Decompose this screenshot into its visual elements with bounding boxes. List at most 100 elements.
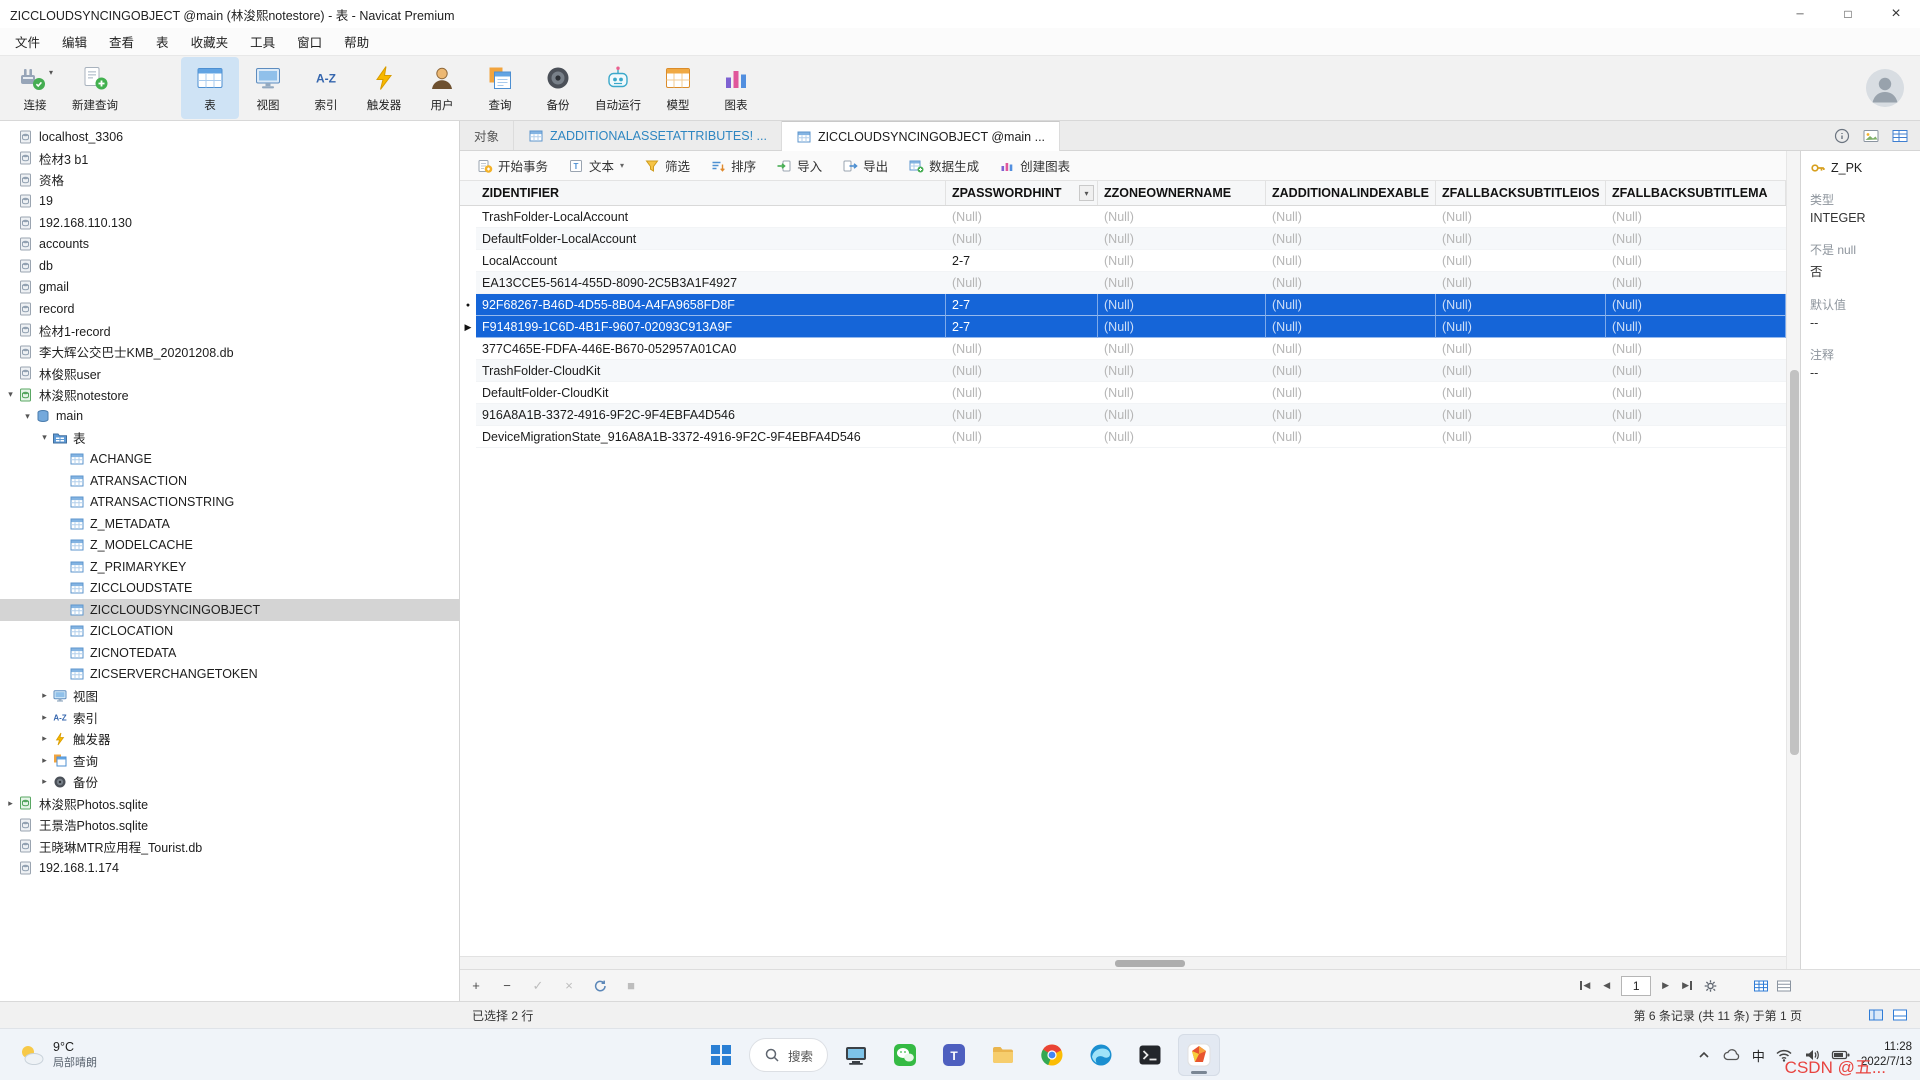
table-cell[interactable]: (Null) — [1266, 272, 1436, 294]
table-cell[interactable]: (Null) — [1436, 404, 1606, 426]
table-cell[interactable]: (Null) — [1098, 338, 1266, 360]
tree-item[interactable]: ATRANSACTION — [0, 470, 459, 492]
tree-item[interactable]: Z_METADATA — [0, 513, 459, 535]
table-cell[interactable]: TrashFolder-CloudKit — [476, 360, 946, 382]
tree-item[interactable]: record — [0, 298, 459, 320]
tree-item[interactable]: 王晓琳MTR应用程_Tourist.db — [0, 836, 459, 858]
menu-item[interactable]: 查看 — [98, 28, 145, 55]
monitor-app-taskbar-icon[interactable] — [835, 1034, 877, 1076]
terminal-taskbar-icon[interactable] — [1129, 1034, 1171, 1076]
table-cell[interactable]: (Null) — [1606, 228, 1786, 250]
taskbar-weather[interactable]: 9°C 局部晴朗 — [6, 1034, 107, 1076]
user-button[interactable]: 用户 — [413, 57, 471, 119]
menu-item[interactable]: 工具 — [239, 28, 286, 55]
gear-icon[interactable] — [1703, 979, 1718, 993]
table-cell[interactable]: (Null) — [1606, 206, 1786, 228]
table-cell[interactable]: (Null) — [1266, 404, 1436, 426]
table-cell[interactable]: (Null) — [1266, 250, 1436, 272]
tree-item[interactable]: ZICNOTEDATA — [0, 642, 459, 664]
previous-record-button[interactable]: ◀ — [1601, 978, 1612, 993]
table-cell[interactable]: 377C465E-FDFA-446E-B670-052957A01CA0 — [476, 338, 946, 360]
table-cell[interactable]: (Null) — [1098, 404, 1266, 426]
tree-item[interactable]: 资格 — [0, 169, 459, 191]
table-cell[interactable]: (Null) — [1606, 316, 1786, 338]
tree-item[interactable]: ▾表 — [0, 427, 459, 449]
table-cell[interactable]: (Null) — [946, 206, 1098, 228]
tree-item[interactable]: Z_PRIMARYKEY — [0, 556, 459, 578]
table-cell[interactable]: DeviceMigrationState_916A8A1B-3372-4916-… — [476, 426, 946, 448]
tree-item[interactable]: 检材3 b1 — [0, 148, 459, 170]
table-cell[interactable]: (Null) — [1606, 294, 1786, 316]
user-avatar[interactable] — [1866, 69, 1904, 107]
table-cell[interactable]: (Null) — [1606, 382, 1786, 404]
tree-item[interactable]: 李大辉公交巴士KMB_20201208.db — [0, 341, 459, 363]
table-cell[interactable]: (Null) — [1098, 316, 1266, 338]
expand-chevron-icon[interactable]: ▾ — [38, 432, 51, 443]
tree-item[interactable]: 192.168.110.130 — [0, 212, 459, 234]
table-cell[interactable]: 2-7 — [946, 250, 1098, 272]
page-number-input[interactable] — [1621, 976, 1651, 996]
table-cell[interactable]: (Null) — [946, 404, 1098, 426]
stop-icon[interactable]: ■ — [623, 978, 639, 993]
table-cell[interactable]: (Null) — [1436, 426, 1606, 448]
table-cell[interactable]: (Null) — [1436, 338, 1606, 360]
table-cell[interactable]: (Null) — [1098, 206, 1266, 228]
column-header[interactable]: ZIDENTIFIER — [476, 181, 946, 205]
column-header[interactable]: ZFALLBACKSUBTITLEMA — [1606, 181, 1786, 205]
tree-item[interactable]: ZICCLOUDSTATE — [0, 578, 459, 600]
navicat-taskbar-icon[interactable] — [1178, 1034, 1220, 1076]
cloud-icon[interactable] — [1722, 1047, 1742, 1063]
table-cell[interactable]: (Null) — [1436, 294, 1606, 316]
trigger-button[interactable]: 触发器 — [355, 57, 413, 119]
tree-item[interactable]: ▸触发器 — [0, 728, 459, 750]
tree-item[interactable]: ▾main — [0, 406, 459, 428]
close-button[interactable]: × — [1872, 0, 1920, 28]
chrome-taskbar-icon[interactable] — [1031, 1034, 1073, 1076]
tree-item[interactable]: ▸查询 — [0, 750, 459, 772]
table-cell[interactable]: (Null) — [946, 382, 1098, 404]
tree-item[interactable]: ACHANGE — [0, 449, 459, 471]
expand-chevron-icon[interactable]: ▸ — [38, 755, 51, 766]
panel-grid-icon[interactable] — [1890, 126, 1910, 146]
table-cell[interactable]: (Null) — [1098, 294, 1266, 316]
chevron-up-icon[interactable] — [1696, 1047, 1712, 1063]
table-cell[interactable]: (Null) — [1606, 250, 1786, 272]
index-button[interactable]: A-Z索引 — [297, 57, 355, 119]
table-cell[interactable]: (Null) — [1098, 426, 1266, 448]
table-row[interactable]: LocalAccount2-7(Null)(Null)(Null)(Null) — [460, 250, 1786, 272]
show-left-pane-button[interactable] — [1868, 1008, 1884, 1022]
expand-chevron-icon[interactable]: ▸ — [38, 733, 51, 744]
tree-item[interactable]: ZICSERVERCHANGETOKEN — [0, 664, 459, 686]
expand-chevron-icon[interactable]: ▸ — [38, 776, 51, 787]
table-cell[interactable]: (Null) — [1606, 338, 1786, 360]
import-button[interactable]: 导入 — [767, 152, 831, 179]
expand-chevron-icon[interactable]: ▸ — [38, 690, 51, 701]
table-cell[interactable]: (Null) — [1436, 272, 1606, 294]
table-cell[interactable]: (Null) — [946, 272, 1098, 294]
table-cell[interactable]: 92F68267-B46D-4D55-8B04-A4FA9658FD8F — [476, 294, 946, 316]
add-record-icon[interactable]: + — [468, 978, 484, 993]
tree-item[interactable]: ▸备份 — [0, 771, 459, 793]
table-cell[interactable]: (Null) — [1606, 360, 1786, 382]
table-cell[interactable]: (Null) — [1266, 206, 1436, 228]
table-cell[interactable]: LocalAccount — [476, 250, 946, 272]
tree-item[interactable]: ▸A-Z索引 — [0, 707, 459, 729]
backup-button[interactable]: 备份 — [529, 57, 587, 119]
table-cell[interactable]: (Null) — [946, 426, 1098, 448]
first-record-button[interactable]: ◀ — [1578, 978, 1592, 993]
maximize-button[interactable]: □ — [1824, 0, 1872, 28]
show-info-pane-button[interactable] — [1892, 1008, 1908, 1022]
menu-item[interactable]: 帮助 — [333, 28, 380, 55]
tree-item[interactable]: localhost_3306 — [0, 126, 459, 148]
delete-record-icon[interactable]: − — [499, 978, 515, 993]
tree-item[interactable]: ▾林浚熙notestore — [0, 384, 459, 406]
connection-button[interactable]: ▾连接 — [6, 57, 64, 119]
image-icon[interactable] — [1861, 126, 1881, 146]
table-cell[interactable]: F9148199-1C6D-4B1F-9607-02093C913A9F — [476, 316, 946, 338]
new-query-button[interactable]: 新建查询 — [64, 57, 126, 119]
table-cell[interactable]: (Null) — [1436, 250, 1606, 272]
tree-item[interactable]: accounts — [0, 234, 459, 256]
next-record-button[interactable]: ▶ — [1660, 978, 1671, 993]
table-cell[interactable]: (Null) — [1436, 316, 1606, 338]
table-cell[interactable]: 916A8A1B-3372-4916-9F2C-9F4EBFA4D546 — [476, 404, 946, 426]
